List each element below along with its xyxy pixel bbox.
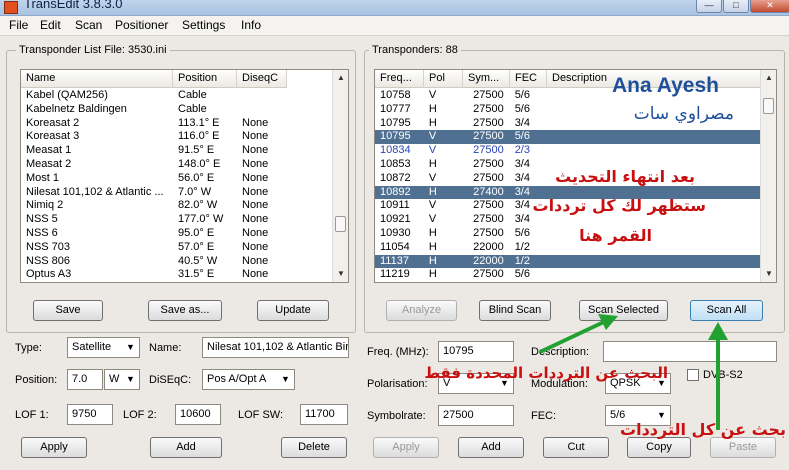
note-scan-all: بحث عن كل الترددات xyxy=(620,420,789,439)
arrow-to-scan-all xyxy=(708,322,728,430)
note-scan-selected: البحث عن الترددات المحددة فقط xyxy=(424,364,668,382)
arrow-to-scan-selected xyxy=(539,314,618,354)
note-scan-all-text: بحث عن كل الترددات xyxy=(620,420,787,439)
annotation-arrows xyxy=(539,314,728,430)
